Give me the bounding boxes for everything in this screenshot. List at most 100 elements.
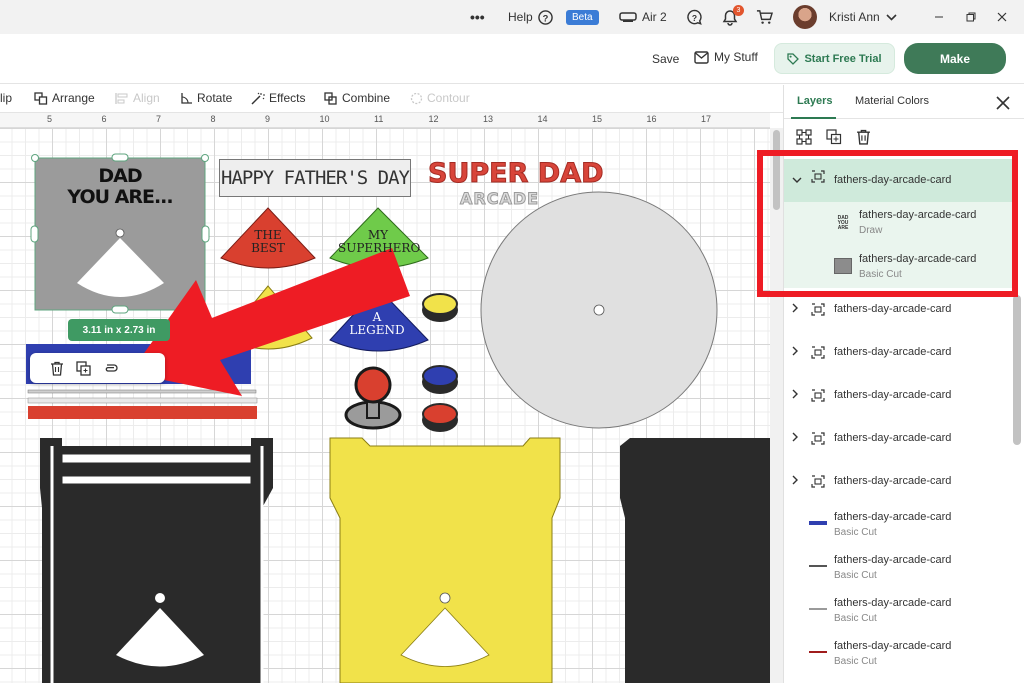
yellow-cabinet[interactable] <box>329 437 561 683</box>
support-button[interactable]: ? <box>686 0 703 34</box>
tab-active-indicator <box>791 117 836 119</box>
strip-gray-2[interactable] <box>27 397 258 404</box>
selection-size-label: 3.11 in x 2.73 in <box>68 319 170 341</box>
super-dad-title[interactable]: SUPER DAD <box>428 158 605 190</box>
help-button[interactable]: Help ? <box>508 0 553 34</box>
button-blue[interactable] <box>422 365 458 394</box>
restore-button[interactable] <box>966 0 976 34</box>
avatar[interactable] <box>793 5 817 29</box>
design-canvas[interactable]: DAD YOU ARE... HAPPY FATHER'S DAY SUPER … <box>0 128 770 683</box>
duplicate-icon[interactable] <box>76 360 91 376</box>
layers-panel: Layers Material Colors fathers-day-arcad… <box>783 85 1024 683</box>
layer-basic-cut-blue[interactable]: fathers-day-arcade-card Basic Cut <box>784 503 1012 546</box>
layer-color-swatch <box>809 521 827 525</box>
layer-color-swatch <box>809 565 827 567</box>
chevron-right-icon[interactable] <box>792 432 799 442</box>
ruler-tick-label: 17 <box>701 114 712 124</box>
attach-icon[interactable] <box>103 362 119 374</box>
layer-operation: Basic Cut <box>834 527 877 538</box>
black-cabinet-left[interactable] <box>40 438 273 683</box>
align-tool[interactable]: Align <box>115 91 160 105</box>
arrange-icon <box>34 91 48 105</box>
layer-group-4[interactable]: fathers-day-arcade-card <box>784 374 1012 417</box>
flip-tool[interactable]: lip <box>0 91 12 105</box>
layer-operation: Basic Cut <box>859 269 902 280</box>
make-button[interactable]: Make <box>904 43 1006 74</box>
joystick[interactable] <box>344 366 402 430</box>
ruler-tick-label: 12 <box>428 114 439 124</box>
effects-tool[interactable]: Effects <box>251 91 305 105</box>
gray-card-thumbnail <box>834 258 852 274</box>
ruler-tick-label: 16 <box>646 114 657 124</box>
layer-name: fathers-day-arcade-card <box>834 554 952 566</box>
layer-basic-cut-light-gray[interactable]: fathers-day-arcade-card Basic Cut <box>784 589 1012 632</box>
close-icon[interactable] <box>996 96 1010 110</box>
layer-actions <box>796 129 871 145</box>
chevron-down-icon <box>886 13 897 21</box>
black-cabinet-right[interactable] <box>620 438 770 683</box>
happy-fathers-day-banner[interactable]: HAPPY FATHER'S DAY <box>219 159 411 197</box>
align-label: Align <box>133 91 160 105</box>
wedge-legend-label: A LEGEND <box>345 311 409 337</box>
combine-tool[interactable]: Combine <box>324 91 390 105</box>
chevron-down-icon[interactable] <box>792 177 802 184</box>
layer-group-2[interactable]: fathers-day-arcade-card <box>784 288 1012 331</box>
dad-you-are-text: DAD YOU ARE... <box>40 166 200 208</box>
machine-selector[interactable]: Air 2 <box>619 0 667 34</box>
trash-icon[interactable] <box>50 361 64 376</box>
machine-icon <box>619 12 637 22</box>
chevron-right-icon[interactable] <box>792 346 799 356</box>
combine-icon <box>324 91 337 105</box>
my-stuff-button[interactable]: My Stuff <box>694 50 758 64</box>
layer-basic-cut-red[interactable]: fathers-day-arcade-card Basic Cut <box>784 632 1012 675</box>
layer-basic-cut-gray[interactable]: fathers-day-arcade-card Basic Cut <box>784 245 1012 288</box>
group-icon[interactable] <box>796 129 812 145</box>
more-menu-button[interactable]: ••• <box>470 0 485 34</box>
window-close-button[interactable] <box>997 0 1007 34</box>
chevron-right-icon[interactable] <box>792 389 799 399</box>
layer-group-5[interactable]: fathers-day-arcade-card <box>784 417 1012 460</box>
ruler-tick-label: 8 <box>210 114 216 124</box>
arrange-tool[interactable]: Arrange <box>34 91 95 105</box>
tab-material-colors[interactable]: Material Colors <box>855 95 929 107</box>
save-button[interactable]: Save <box>652 52 679 66</box>
layer-name: fathers-day-arcade-card <box>859 209 977 221</box>
canvas-scroll-thumb[interactable] <box>773 130 780 210</box>
ruler-tick-label: 11 <box>374 114 384 124</box>
beta-badge[interactable]: Beta <box>566 0 599 34</box>
svg-text:?: ? <box>692 12 697 22</box>
wedge-legend-line2: LEGEND <box>349 323 405 337</box>
tab-layers[interactable]: Layers <box>797 95 832 107</box>
layer-operation: Basic Cut <box>834 613 877 624</box>
contour-icon <box>410 92 423 104</box>
duplicate-layer-icon[interactable] <box>826 129 842 145</box>
tag-icon <box>787 52 800 65</box>
chevron-right-icon[interactable] <box>792 303 799 313</box>
delete-layer-icon[interactable] <box>856 129 871 145</box>
layer-name: fathers-day-arcade-card <box>834 640 952 652</box>
layer-group-3[interactable]: fathers-day-arcade-card <box>784 331 1012 374</box>
wedge-superhero-label: MY SUPERHERO <box>338 229 420 255</box>
start-free-trial-button[interactable]: Start Free Trial <box>774 43 895 74</box>
panel-scroll-thumb[interactable] <box>1013 295 1021 445</box>
layer-operation: Basic Cut <box>834 570 877 581</box>
button-red[interactable] <box>422 403 458 432</box>
beta-label: Beta <box>566 9 599 25</box>
strip-red[interactable] <box>28 406 257 419</box>
layer-basic-cut-dark-gray[interactable]: fathers-day-arcade-card Basic Cut <box>784 546 1012 589</box>
rotate-tool[interactable]: Rotate <box>180 91 232 105</box>
user-menu[interactable]: Kristi Ann <box>829 0 897 34</box>
button-yellow[interactable] <box>422 293 458 322</box>
minimize-button[interactable] <box>934 0 944 34</box>
cart-button[interactable] <box>756 0 773 34</box>
arcade-title[interactable]: ARCADE <box>459 189 539 209</box>
chevron-right-icon[interactable] <box>792 475 799 485</box>
layer-draw[interactable]: DAD YOU ARE fathers-day-arcade-card Draw <box>784 202 1012 245</box>
layer-group-6[interactable]: fathers-day-arcade-card <box>784 460 1012 503</box>
contour-tool[interactable]: Contour <box>410 91 470 105</box>
layer-group-1[interactable]: fathers-day-arcade-card <box>784 159 1012 202</box>
canvas-vertical-scrollbar[interactable] <box>770 128 783 683</box>
layer-name: fathers-day-arcade-card <box>834 303 952 315</box>
ruler-tick-label: 6 <box>101 114 107 124</box>
gray-circle-hole <box>593 304 605 316</box>
